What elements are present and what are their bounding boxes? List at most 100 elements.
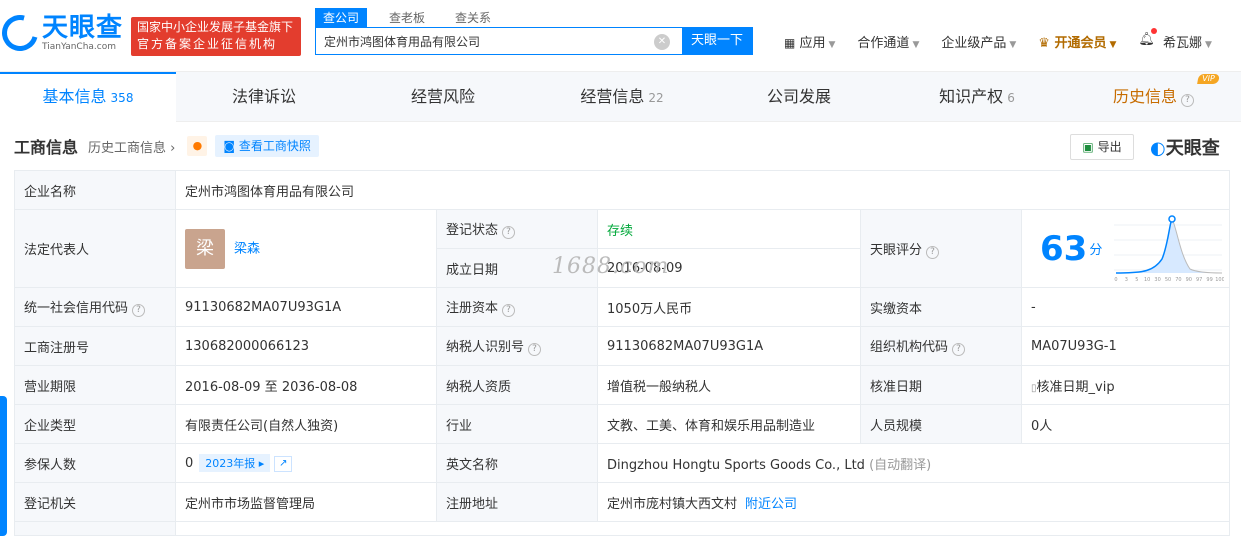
label-text: 登记状态 xyxy=(446,223,499,238)
tab-label: 经营风险 xyxy=(410,87,475,106)
reg-status: 存续 xyxy=(597,209,861,249)
nav-enterprise[interactable]: 企业级产品 ▼ xyxy=(941,32,1016,51)
logo-icon xyxy=(0,8,45,58)
clear-icon[interactable]: ✕ xyxy=(654,34,670,50)
help-icon: ? xyxy=(1181,94,1194,107)
tab-legal[interactable]: 法律诉讼 xyxy=(176,72,352,122)
tab-operation[interactable]: 经营信息 22 xyxy=(534,72,710,122)
nav-enterprise-label: 企业级产品 xyxy=(941,36,1007,51)
legal-rep-link[interactable]: 梁森 xyxy=(234,241,260,256)
tab-development[interactable]: 公司发展 xyxy=(710,72,888,122)
chevron-down-icon: ▼ xyxy=(828,40,836,50)
nav-user[interactable]: 希瓦娜 ▼ xyxy=(1163,32,1212,51)
label-taxpayer-qual: 纳税人资质 xyxy=(436,365,598,405)
insured-cell: 0 2023年报 ▸ ↗ xyxy=(175,443,437,483)
label-paid-capital: 实缴资本 xyxy=(860,287,1022,327)
brand-name: 天眼查 xyxy=(1165,138,1220,159)
score-axis-tick: 10 xyxy=(1144,277,1150,283)
score-cell: 63 分 0 3 5 10 30 50 70 90 97 99 100 xyxy=(1021,209,1230,288)
export-label: 导出 xyxy=(1097,140,1122,154)
nav-vip-label: 开通会员 xyxy=(1054,36,1107,51)
score-axis-tick: 5 xyxy=(1136,277,1139,283)
auto-translate-note: (自动翻译) xyxy=(869,457,932,473)
label-reg-no: 工商注册号 xyxy=(14,326,176,366)
table-row-partial xyxy=(14,521,176,536)
search-box: ✕ 天眼一下 xyxy=(315,27,753,55)
bell-icon[interactable]: ● xyxy=(187,136,208,156)
label-staff: 人员规模 xyxy=(860,404,1022,444)
year-report-dropdown[interactable]: 2023年报 ▸ xyxy=(199,454,271,472)
side-float-tab[interactable] xyxy=(0,396,7,536)
table-row: 统一社会信用代码? 91130682MA07U93G1A 注册资本? 1050万… xyxy=(14,287,1230,327)
label-text: 纳税人识别号 xyxy=(446,340,525,355)
search-tab-relation[interactable]: 查关系 xyxy=(447,8,499,27)
en-name-cell: Dingzhou Hongtu Sports Goods Co., Ltd (自… xyxy=(597,443,1230,483)
help-icon[interactable]: ? xyxy=(132,304,146,317)
logo[interactable]: 天眼查 TianYanCha.com xyxy=(0,8,123,58)
label-en-name: 英文名称 xyxy=(436,443,598,483)
nav-vip[interactable]: ♛ 开通会员 ▼ xyxy=(1038,32,1116,51)
score-unit: 分 xyxy=(1089,243,1103,258)
label-reg-status: 登记状态? xyxy=(436,209,598,249)
nav-notifications[interactable]: 🔔︎ xyxy=(1138,28,1157,51)
avatar: 梁 xyxy=(185,228,225,269)
score-axis-tick: 100 xyxy=(1216,277,1225,283)
tab-history[interactable]: 历史信息? VIP xyxy=(1066,72,1241,122)
search-input[interactable] xyxy=(316,28,654,54)
score-axis-tick: 90 xyxy=(1186,277,1192,283)
chevron-down-icon: ▼ xyxy=(912,40,920,50)
label-company-name: 企业名称 xyxy=(14,170,176,210)
industry: 文教、工美、体育和娱乐用品制造业 xyxy=(597,404,861,444)
tab-ip[interactable]: 知识产权 6 xyxy=(888,72,1066,122)
authority: 定州市市场监督管理局 xyxy=(175,482,437,522)
nav-cooperation[interactable]: 合作通道 ▼ xyxy=(857,32,919,51)
notification-dot xyxy=(1150,28,1157,34)
trend-chart-icon[interactable]: ↗ xyxy=(274,455,293,472)
score-axis-tick: 30 xyxy=(1155,277,1161,283)
history-link[interactable]: 历史工商信息 › xyxy=(88,137,175,156)
snapshot-button[interactable]: ◙ 查看工商快照 xyxy=(215,135,319,157)
search-tab-company[interactable]: 查公司 xyxy=(315,8,368,27)
score-axis-tick: 3 xyxy=(1125,277,1128,283)
badge-line-1: 国家中小企业发展子基金旗下 xyxy=(137,20,294,34)
table-row: 工商注册号 130682000066123 纳税人识别号? 91130682MA… xyxy=(14,326,1230,366)
nav-apps[interactable]: ▦ 应用 ▼ xyxy=(784,32,835,51)
label-taxpayer-id: 纳税人识别号? xyxy=(436,326,598,366)
curve-fill xyxy=(1116,218,1223,273)
score-marker xyxy=(1168,214,1177,223)
export-button[interactable]: ▣ 导出 xyxy=(1070,134,1134,160)
table-row: 营业期限 2016-08-09 至 2036-08-08 纳税人资质 增值税一般… xyxy=(14,365,1230,405)
help-icon[interactable]: ? xyxy=(952,343,966,356)
help-icon[interactable]: ? xyxy=(502,304,516,317)
tab-label: 经营信息 xyxy=(580,87,645,106)
table-row: 企业类型 有限责任公司(自然人独资) 行业 文教、工美、体育和娱乐用品制造业 人… xyxy=(14,404,1230,444)
staff: 0人 xyxy=(1021,404,1230,444)
tab-count: 6 xyxy=(1007,91,1015,105)
search-tab-boss[interactable]: 查老板 xyxy=(381,8,433,27)
chevron-down-icon: ▼ xyxy=(1009,40,1017,50)
tab-basic-info[interactable]: 基本信息 358 xyxy=(0,72,176,122)
help-icon[interactable]: ? xyxy=(502,226,516,239)
help-icon[interactable]: ? xyxy=(926,245,940,259)
brand-icon: ◐ xyxy=(1150,138,1166,159)
year-label: 2023年报 xyxy=(205,457,256,470)
label-approve-date: 核准日期 xyxy=(860,365,1022,405)
history-link-label: 历史工商信息 xyxy=(88,140,167,156)
logo-domain: TianYanCha.com xyxy=(42,42,117,52)
label-insured: 参保人数 xyxy=(14,443,176,483)
main-tabs: 基本信息 358 法律诉讼 经营风险 经营信息 22 公司发展 知识产权 6 历史信息… xyxy=(0,72,1241,122)
credit-code: 91130682MA07U93G1A xyxy=(175,287,437,327)
label-address: 注册地址 xyxy=(436,482,598,522)
label-text: 天眼评分 xyxy=(870,242,923,258)
grid-icon: ▦ xyxy=(784,36,796,50)
label-score: 天眼评分? xyxy=(860,209,1022,288)
label-text: 组织机构代码 xyxy=(870,340,949,355)
section-title: 工商信息 xyxy=(14,138,79,157)
search-button[interactable]: 天眼一下 xyxy=(682,28,752,54)
nearby-companies-link[interactable]: 附近公司 xyxy=(745,497,797,512)
tab-risk[interactable]: 经营风险 xyxy=(352,72,534,122)
snapshot-label: 查看工商快照 xyxy=(238,139,311,153)
address: 定州市庞村镇大西文村 xyxy=(607,496,738,512)
help-icon[interactable]: ? xyxy=(528,343,542,356)
label-org-code: 组织机构代码? xyxy=(860,326,1022,366)
